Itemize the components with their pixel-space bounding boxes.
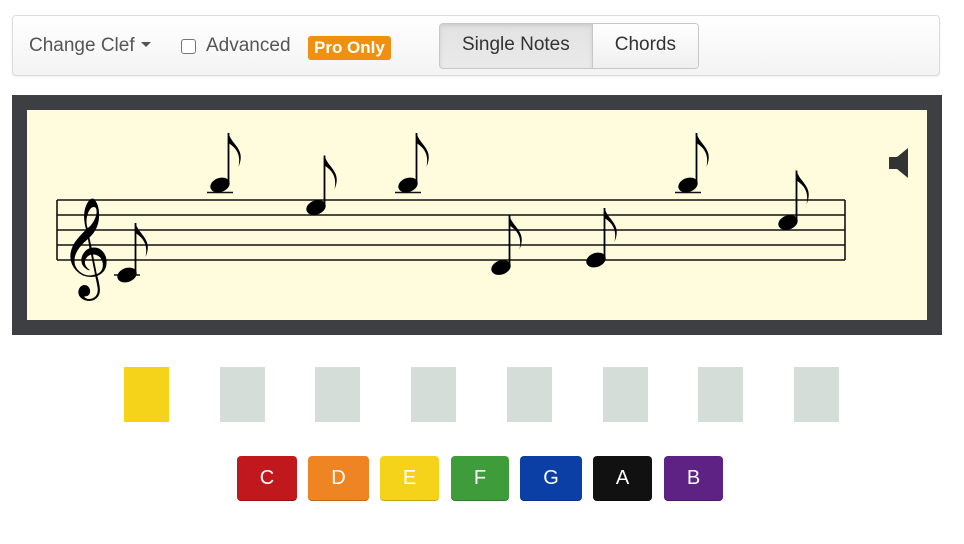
pro-only-badge: Pro Only — [308, 36, 391, 60]
advanced-label: Advanced — [206, 35, 291, 56]
note-b5 — [207, 133, 241, 194]
treble-clef-icon: 𝄞 — [60, 197, 111, 301]
note-b5 — [675, 133, 709, 194]
answer-slot-current — [124, 367, 169, 422]
caret-down-icon — [140, 41, 151, 47]
answer-slot — [506, 367, 552, 422]
advanced-checkbox[interactable] — [181, 38, 196, 54]
speaker-icon[interactable] — [889, 148, 909, 178]
music-staff: 𝄞 — [56, 133, 846, 301]
toolbar: Change Clef Advanced Pro Only Single Not… — [12, 15, 940, 76]
answer-slot — [219, 367, 265, 422]
answer-slot — [315, 367, 361, 422]
answer-slot — [602, 367, 648, 422]
answer-slot — [411, 367, 457, 422]
note-c4 — [114, 223, 148, 283]
note-button-c[interactable]: C — [237, 456, 297, 501]
note-button-e[interactable]: E — [380, 456, 439, 501]
staff-panel: 𝄞 — [27, 110, 927, 320]
answer-slot — [793, 367, 839, 422]
note-b5 — [395, 133, 429, 194]
note-button-g[interactable]: G — [520, 456, 582, 501]
change-clef-dropdown[interactable]: Change Clef — [29, 35, 151, 57]
note-button-a[interactable]: A — [593, 456, 652, 501]
answer-slot — [698, 367, 744, 422]
note-button-b[interactable]: B — [664, 456, 723, 501]
mode-toggle-group: Single Notes Chords — [439, 23, 699, 69]
note-button-d[interactable]: D — [308, 456, 369, 501]
change-clef-label: Change Clef — [29, 35, 135, 56]
single-notes-tab[interactable]: Single Notes — [440, 24, 593, 68]
note-button-f[interactable]: F — [451, 456, 509, 501]
note-d5 — [778, 170, 809, 230]
note-e4 — [491, 215, 522, 275]
chords-tab[interactable]: Chords — [592, 24, 698, 68]
note-f5 — [306, 155, 337, 215]
advanced-toggle[interactable]: Advanced — [181, 35, 291, 57]
staff-frame: 𝄞 — [12, 95, 942, 335]
